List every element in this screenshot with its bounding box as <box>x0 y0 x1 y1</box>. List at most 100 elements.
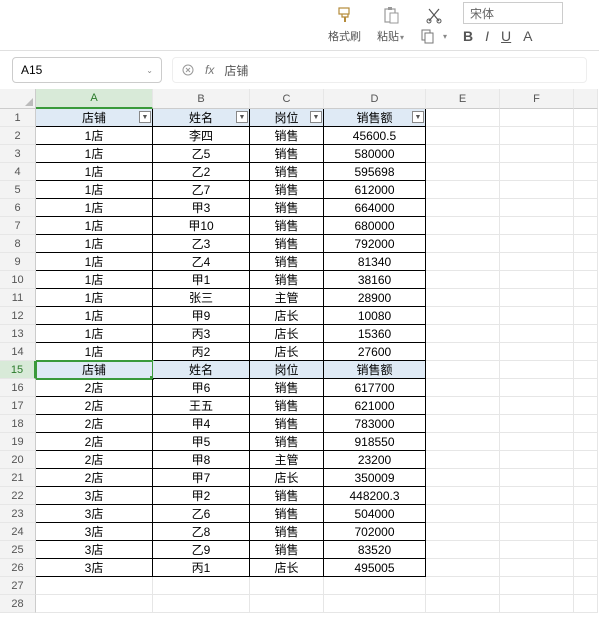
cell[interactable]: 1店 <box>36 307 153 325</box>
cell[interactable]: 甲10 <box>153 217 250 235</box>
cell[interactable]: 销售 <box>250 505 324 523</box>
cell[interactable] <box>574 163 598 181</box>
cell[interactable]: 918550 <box>324 433 426 451</box>
cell[interactable] <box>574 109 598 127</box>
cell[interactable] <box>500 127 574 145</box>
cell[interactable] <box>250 595 324 613</box>
cell[interactable]: 乙3 <box>153 235 250 253</box>
cell[interactable] <box>426 469 500 487</box>
cell[interactable]: 销售 <box>250 433 324 451</box>
cell[interactable]: 1店 <box>36 325 153 343</box>
cell[interactable] <box>574 361 598 379</box>
cell[interactable]: 销售 <box>250 541 324 559</box>
cell[interactable]: 销售 <box>250 145 324 163</box>
cell[interactable]: 23200 <box>324 451 426 469</box>
cell[interactable] <box>426 523 500 541</box>
paste-button[interactable]: 粘贴▾ <box>377 4 404 44</box>
cell[interactable]: 3店 <box>36 505 153 523</box>
cell[interactable]: 580000 <box>324 145 426 163</box>
cell[interactable]: 3店 <box>36 541 153 559</box>
cell[interactable] <box>574 217 598 235</box>
cancel-icon[interactable] <box>181 63 195 77</box>
cell[interactable]: 2店 <box>36 433 153 451</box>
cell[interactable]: 3店 <box>36 523 153 541</box>
cell[interactable]: 主管 <box>250 289 324 307</box>
cell[interactable] <box>426 487 500 505</box>
cell[interactable] <box>500 145 574 163</box>
cell[interactable] <box>574 469 598 487</box>
row-header[interactable]: 24 <box>0 523 36 541</box>
cell[interactable] <box>574 415 598 433</box>
cell[interactable]: 店长 <box>250 325 324 343</box>
cell[interactable]: 27600 <box>324 343 426 361</box>
cut-icon[interactable] <box>423 4 445 26</box>
cell[interactable]: 1店 <box>36 289 153 307</box>
cell[interactable]: 595698 <box>324 163 426 181</box>
cell[interactable]: 495005 <box>324 559 426 577</box>
cell[interactable] <box>574 559 598 577</box>
cell[interactable] <box>574 253 598 271</box>
cell[interactable]: 45600.5 <box>324 127 426 145</box>
cell[interactable]: 乙4 <box>153 253 250 271</box>
column-header-D[interactable]: D <box>324 89 426 109</box>
cell[interactable]: 664000 <box>324 199 426 217</box>
filter-dropdown-icon[interactable]: ▼ <box>412 111 424 123</box>
cell[interactable]: 甲5 <box>153 433 250 451</box>
cell[interactable] <box>500 253 574 271</box>
cell[interactable] <box>500 451 574 469</box>
cell[interactable]: 甲2 <box>153 487 250 505</box>
cell[interactable]: 姓名▼ <box>153 109 250 127</box>
cell[interactable]: 350009 <box>324 469 426 487</box>
cell[interactable]: 岗位▼ <box>250 109 324 127</box>
cell[interactable]: 1店 <box>36 145 153 163</box>
row-header[interactable]: 2 <box>0 127 36 145</box>
cell[interactable] <box>500 271 574 289</box>
cell[interactable]: 81340 <box>324 253 426 271</box>
cell[interactable]: 店长 <box>250 559 324 577</box>
cell[interactable] <box>500 163 574 181</box>
cell[interactable]: 销售额 <box>324 361 426 379</box>
cell[interactable]: 乙2 <box>153 163 250 181</box>
cell[interactable] <box>574 127 598 145</box>
cell[interactable] <box>500 379 574 397</box>
cell[interactable]: 丙3 <box>153 325 250 343</box>
cell[interactable]: 销售 <box>250 415 324 433</box>
cell[interactable]: 乙8 <box>153 523 250 541</box>
cell[interactable] <box>500 109 574 127</box>
row-header[interactable]: 10 <box>0 271 36 289</box>
cell[interactable]: 店长 <box>250 469 324 487</box>
cell[interactable] <box>574 397 598 415</box>
font-name-select[interactable]: 宋体 <box>463 2 563 24</box>
italic-button[interactable]: I <box>485 28 489 44</box>
cell[interactable]: 792000 <box>324 235 426 253</box>
cell[interactable]: 3店 <box>36 487 153 505</box>
cell[interactable]: 28900 <box>324 289 426 307</box>
row-header[interactable]: 14 <box>0 343 36 361</box>
cell[interactable] <box>500 307 574 325</box>
cell[interactable]: 1店 <box>36 343 153 361</box>
cell[interactable]: 销售 <box>250 523 324 541</box>
cell[interactable]: 店铺▼ <box>36 109 153 127</box>
cell[interactable]: 3店 <box>36 559 153 577</box>
row-header[interactable]: 8 <box>0 235 36 253</box>
cell[interactable] <box>574 523 598 541</box>
cell[interactable]: 617700 <box>324 379 426 397</box>
cell[interactable] <box>426 127 500 145</box>
cell[interactable] <box>426 235 500 253</box>
row-header[interactable]: 4 <box>0 163 36 181</box>
format-painter-button[interactable]: 格式刷 <box>328 4 361 44</box>
cell[interactable]: 岗位 <box>250 361 324 379</box>
row-header[interactable]: 11 <box>0 289 36 307</box>
name-box[interactable]: A15 ⌄ <box>12 57 162 83</box>
cell[interactable]: 702000 <box>324 523 426 541</box>
cell[interactable]: 1店 <box>36 181 153 199</box>
cell[interactable] <box>574 199 598 217</box>
cell[interactable] <box>500 397 574 415</box>
row-header[interactable]: 7 <box>0 217 36 235</box>
cell[interactable]: 销售 <box>250 253 324 271</box>
cell[interactable]: 销售 <box>250 217 324 235</box>
cell[interactable]: 2店 <box>36 415 153 433</box>
row-header[interactable]: 20 <box>0 451 36 469</box>
cell[interactable] <box>426 505 500 523</box>
cell[interactable] <box>426 559 500 577</box>
